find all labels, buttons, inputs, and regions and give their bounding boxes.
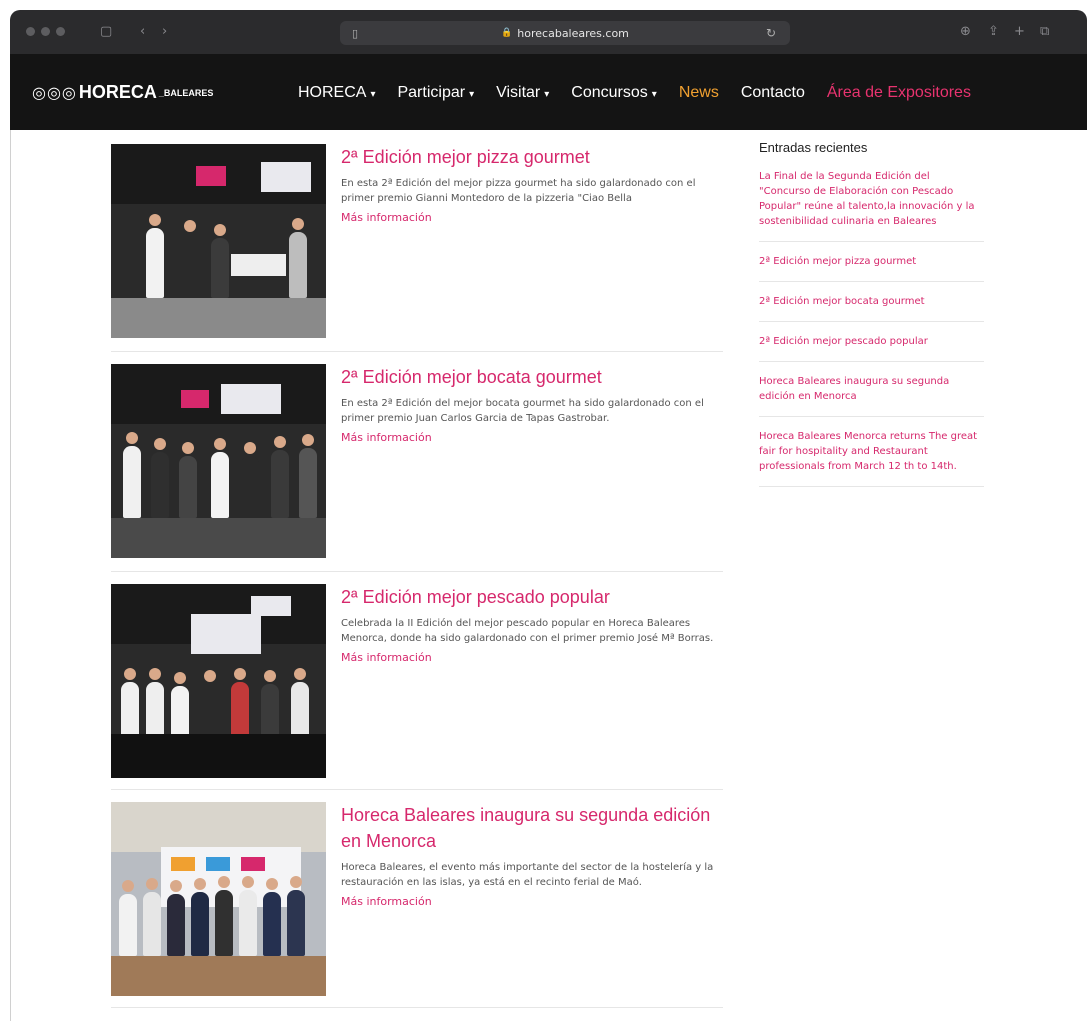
nav-item-label: HORECA — [298, 84, 367, 101]
read-more-link[interactable]: Más información — [341, 895, 432, 908]
post-body: Horeca Baleares inaugura su segunda edic… — [341, 802, 721, 909]
caret-down-icon: ▾ — [544, 89, 550, 100]
address-bar[interactable]: ▯ 🔒 horecabaleares.com ↻ — [340, 21, 790, 45]
sidebar-toggle-icon[interactable]: ▢ — [100, 24, 112, 39]
post-thumbnail[interactable] — [111, 802, 326, 996]
caret-down-icon: ▾ — [469, 89, 475, 100]
post-body: 2ª Edición mejor pizza gourmet En esta 2… — [341, 144, 721, 225]
post-title[interactable]: Horeca Baleares inaugura su segunda edic… — [341, 802, 721, 854]
post-body: 2ª Edición mejor pescado popular Celebra… — [341, 584, 721, 665]
share-icon[interactable]: ⇪ — [988, 24, 999, 39]
logo-sub: _BALEARES — [158, 87, 214, 98]
post-title[interactable]: 2ª Edición mejor pescado popular — [341, 584, 721, 610]
post-title[interactable]: 2ª Edición mejor pizza gourmet — [341, 144, 721, 170]
post-item: 2ª Edición mejor bocata gourmet En esta … — [111, 364, 723, 572]
post-excerpt: Celebrada la II Edición del mejor pescad… — [341, 618, 714, 644]
recent-post-link[interactable]: 2ª Edición mejor bocata gourmet — [759, 294, 984, 322]
nav-item-label: Participar — [397, 84, 466, 101]
download-icon[interactable]: ⊕ — [960, 24, 971, 39]
post-item: 2ª Edición mejor pescado popular Celebra… — [111, 584, 723, 790]
post-thumbnail[interactable] — [111, 584, 326, 778]
nav-item-label: Visitar — [496, 84, 541, 101]
post-excerpt: En esta 2ª Edición del mejor bocata gour… — [341, 398, 704, 424]
post-title[interactable]: 2ª Edición mejor bocata gourmet — [341, 364, 721, 390]
post-body: 2ª Edición mejor bocata gourmet En esta … — [341, 364, 721, 445]
post-excerpt: Horeca Baleares, el evento más important… — [341, 862, 714, 888]
nav-item-visitar[interactable]: Visitar ▾ — [496, 84, 549, 102]
nav-item-concursos[interactable]: Concursos ▾ — [571, 84, 657, 102]
caret-down-icon: ▾ — [651, 89, 657, 100]
site-navbar: ◎◎◎ HORECA _BALEARES HORECA ▾ Participar ▾… — [10, 54, 1087, 130]
site-logo[interactable]: ◎◎◎ HORECA _BALEARES — [32, 82, 213, 103]
url-text: horecabaleares.com — [517, 26, 629, 40]
post-excerpt: En esta 2ª Edición del mejor pizza gourm… — [341, 178, 696, 204]
nav-item-participar[interactable]: Participar ▾ — [397, 84, 474, 102]
recent-posts-sidebar: Entradas recientes La Final de la Segund… — [759, 140, 984, 499]
post-thumbnail[interactable] — [111, 364, 326, 558]
read-more-link[interactable]: Más información — [341, 211, 432, 224]
logo-circles-icon: ◎◎◎ — [32, 83, 77, 102]
recent-post-link[interactable]: Horeca Baleares inaugura su segunda edic… — [759, 374, 984, 417]
nav-item-contacto[interactable]: Contacto — [741, 84, 805, 102]
nav-item-news[interactable]: News — [679, 84, 719, 102]
read-more-link[interactable]: Más información — [341, 651, 432, 664]
back-icon[interactable]: ‹ — [140, 24, 145, 39]
logo-brand: HORECA — [78, 82, 157, 102]
recent-post-link[interactable]: La Final de la Segunda Edición del "Conc… — [759, 169, 984, 242]
lock-icon: 🔒 — [501, 28, 513, 38]
main-content: 2ª Edición mejor pizza gourmet En esta 2… — [10, 130, 1087, 1021]
window-controls[interactable] — [26, 27, 65, 36]
post-item: Horeca Baleares inaugura su segunda edic… — [111, 802, 723, 1008]
nav-item-horeca[interactable]: HORECA ▾ — [298, 84, 375, 102]
recent-post-link[interactable]: 2ª Edición mejor pizza gourmet — [759, 254, 984, 282]
reload-icon[interactable]: ↻ — [766, 26, 776, 40]
caret-down-icon: ▾ — [370, 89, 376, 100]
post-thumbnail[interactable] — [111, 144, 326, 338]
page-icon: ▯ — [352, 26, 359, 40]
recent-post-link[interactable]: 2ª Edición mejor pescado popular — [759, 334, 984, 362]
new-tab-icon[interactable]: + — [1014, 24, 1025, 39]
forward-icon[interactable]: › — [162, 24, 167, 39]
nav-item-label: Concursos — [571, 84, 648, 101]
main-menu: HORECA ▾ Participar ▾ Visitar ▾ Concursos ▾ … — [298, 84, 971, 102]
recent-post-link[interactable]: Horeca Baleares Menorca returns The grea… — [759, 429, 984, 487]
tabs-overview-icon[interactable]: ⧉ — [1040, 24, 1049, 39]
nav-item-exhibitors[interactable]: Área de Expositores — [827, 84, 971, 102]
browser-toolbar: ▢ ‹ › ▯ 🔒 horecabaleares.com ↻ ⊕ ⇪ + ⧉ — [10, 10, 1087, 54]
post-item: 2ª Edición mejor pizza gourmet En esta 2… — [111, 144, 723, 352]
read-more-link[interactable]: Más información — [341, 431, 432, 444]
sidebar-title: Entradas recientes — [759, 140, 868, 155]
